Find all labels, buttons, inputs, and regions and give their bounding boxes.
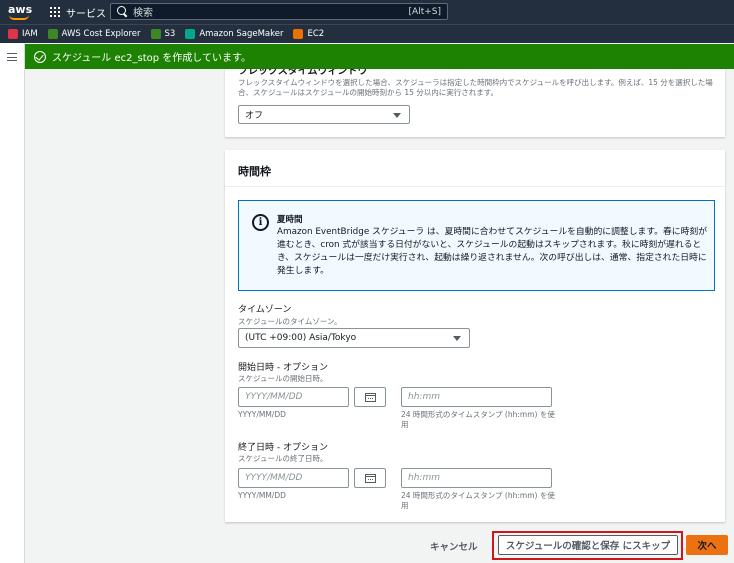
timezone-description: スケジュールのタイムゾーン。 xyxy=(238,317,342,326)
favorites-bar: IAM AWS Cost Explorer S3 Amazon SageMake… xyxy=(0,24,734,43)
iam-icon xyxy=(8,29,18,39)
check-circle-icon xyxy=(34,50,46,63)
start-time-input[interactable]: hh:mm xyxy=(401,387,552,407)
start-date-hint: YYYY/MM/DD xyxy=(238,410,286,419)
section-divider xyxy=(225,186,725,187)
timezone-value: (UTC +09:00) Asia/Tokyo xyxy=(245,333,357,343)
end-time-placeholder: hh:mm xyxy=(408,473,440,483)
skip-to-review-button[interactable]: スケジュールの確認と保存 にスキップ xyxy=(498,535,678,555)
timezone-label: タイムゾーン xyxy=(238,305,292,315)
favorite-label: Amazon SageMaker xyxy=(199,29,284,39)
favorite-iam[interactable]: IAM xyxy=(8,29,38,39)
favorite-ec2[interactable]: EC2 xyxy=(293,29,324,39)
favorite-label: AWS Cost Explorer xyxy=(61,29,141,39)
end-time-hint: 24 時間形式のタイムスタンプ (hh:mm) を使用 xyxy=(401,491,555,510)
aws-smile-icon xyxy=(9,15,29,20)
start-time-placeholder: hh:mm xyxy=(408,392,440,402)
flexible-time-window-panel: フレックスタイムウィンドウ フレックスタイムウィンドウを選択した場合、スケジュー… xyxy=(225,69,725,137)
end-time-input[interactable]: hh:mm xyxy=(401,468,552,488)
info-heading: 夏時間 xyxy=(277,215,303,225)
favorite-s3[interactable]: S3 xyxy=(150,29,176,39)
aws-logo[interactable]: aws xyxy=(8,2,32,22)
success-notification: スケジュール ec2_stop を作成しています。 xyxy=(25,44,734,69)
search-placeholder: 検索 xyxy=(133,8,153,19)
calendar-icon xyxy=(365,393,376,402)
calendar-icon xyxy=(365,474,376,483)
flexible-window-value: オフ xyxy=(245,111,264,121)
favorite-label: IAM xyxy=(22,29,38,39)
top-navigation: aws サービス 検索 [Alt+S] xyxy=(0,0,734,24)
flexible-window-title: フレックスタイムウィンドウ xyxy=(238,69,368,77)
timezone-select[interactable]: (UTC +09:00) Asia/Tokyo xyxy=(238,328,470,348)
caret-down-icon xyxy=(393,113,401,118)
timeframe-title: 時間枠 xyxy=(238,165,271,178)
timeframe-panel: 時間枠 i 夏時間 Amazon EventBridge スケジューラ は、夏時… xyxy=(225,150,725,522)
next-button[interactable]: 次へ xyxy=(686,535,728,555)
favorite-sagemaker[interactable]: Amazon SageMaker xyxy=(185,29,283,39)
dst-info-alert: i 夏時間 Amazon EventBridge スケジューラ は、夏時間に合わ… xyxy=(238,200,715,291)
start-date-input[interactable]: YYYY/MM/DD xyxy=(238,387,349,407)
end-date-calendar-button[interactable] xyxy=(354,468,386,488)
start-time-hint: 24 時間形式のタイムスタンプ (hh:mm) を使用 xyxy=(401,410,555,429)
favorite-label: S3 xyxy=(164,29,176,39)
cost-explorer-icon xyxy=(47,29,58,39)
end-date-hint: YYYY/MM/DD xyxy=(238,491,286,500)
end-datetime-label: 終了日時 - オプション xyxy=(238,443,328,453)
notification-message: スケジュール ec2_stop を作成しています。 xyxy=(52,53,251,64)
start-datetime-label: 開始日時 - オプション xyxy=(238,363,328,373)
flexible-window-select[interactable]: オフ xyxy=(238,105,410,124)
favorite-cost-explorer[interactable]: AWS Cost Explorer xyxy=(47,29,141,39)
search-input[interactable]: 検索 [Alt+S] xyxy=(110,3,448,20)
s3-icon xyxy=(150,29,161,39)
info-body: Amazon EventBridge スケジューラ は、夏時間に合わせてスケジュ… xyxy=(277,227,707,276)
flexible-window-description: フレックスタイムウィンドウを選択した場合、スケジューラは指定した時間枠内でスケジ… xyxy=(238,78,713,97)
search-shortcut: [Alt+S] xyxy=(408,6,441,17)
hamburger-menu-icon[interactable] xyxy=(7,53,17,61)
start-date-placeholder: YYYY/MM/DD xyxy=(245,392,303,402)
services-menu-button[interactable]: サービス xyxy=(50,5,106,20)
grid-icon xyxy=(50,7,60,17)
services-label: サービス xyxy=(66,8,106,20)
start-date-calendar-button[interactable] xyxy=(354,387,386,407)
sagemaker-icon xyxy=(185,29,196,39)
side-navigation-rail xyxy=(0,43,25,563)
cancel-button[interactable]: キャンセル xyxy=(430,539,478,553)
start-datetime-description: スケジュールの開始日時。 xyxy=(238,374,328,383)
caret-down-icon xyxy=(453,336,461,341)
end-date-input[interactable]: YYYY/MM/DD xyxy=(238,468,349,488)
end-datetime-description: スケジュールの終了日時。 xyxy=(238,454,328,463)
favorite-label: EC2 xyxy=(307,29,325,39)
info-icon: i xyxy=(252,214,269,231)
search-icon xyxy=(117,5,129,18)
end-date-placeholder: YYYY/MM/DD xyxy=(245,473,303,483)
ec2-icon xyxy=(293,29,304,39)
